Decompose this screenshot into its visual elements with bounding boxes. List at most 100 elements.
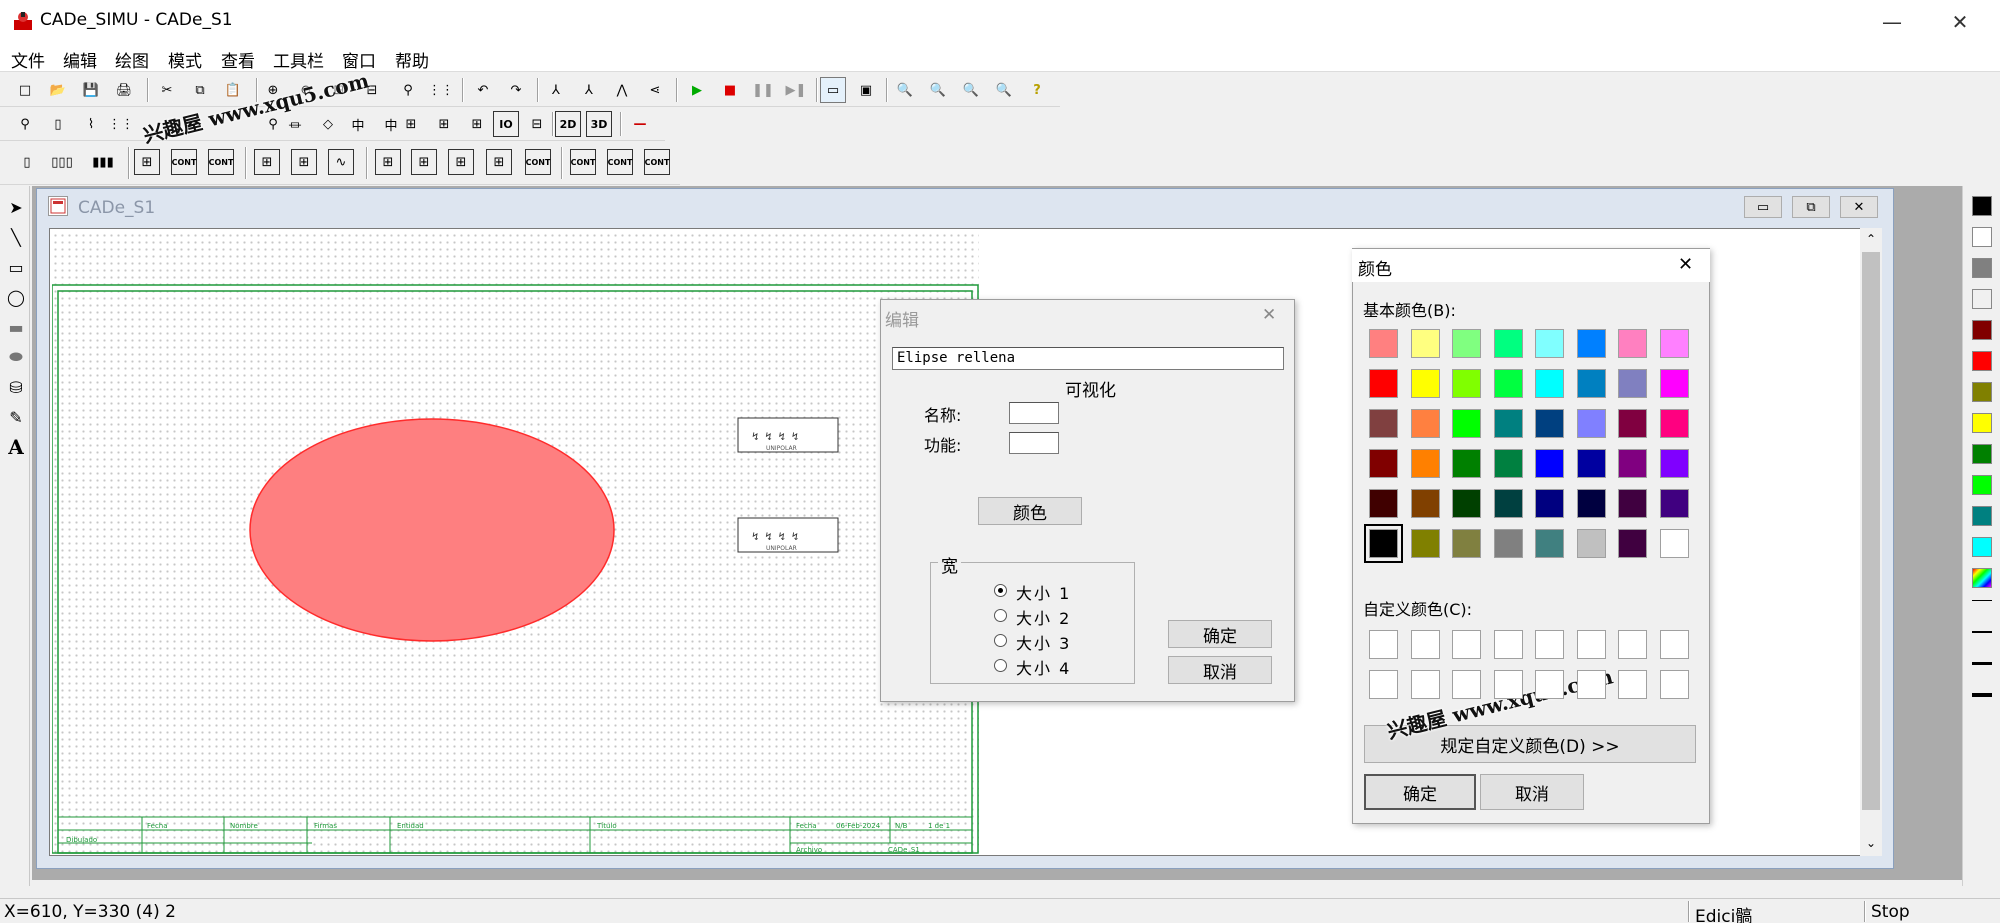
basic-color-swatch[interactable]: [1410, 489, 1440, 518]
print-icon[interactable]: 🖨: [111, 77, 137, 103]
cont-icon-1[interactable]: CONT: [171, 149, 197, 175]
filled-ellipse[interactable]: [249, 418, 615, 642]
custom-color-slot[interactable]: [1618, 630, 1647, 659]
rotate-right-icon[interactable]: ⅄: [576, 77, 602, 103]
basic-color-swatch[interactable]: [1535, 369, 1564, 398]
copy-icon[interactable]: ⧉: [187, 77, 213, 103]
basic-color-swatch[interactable]: [1659, 449, 1689, 478]
basic-color-swatch[interactable]: [1369, 449, 1398, 478]
custom-color-slot[interactable]: [1410, 670, 1440, 699]
maximize-button[interactable]: [1874, 0, 1934, 44]
rotate-left-icon[interactable]: ⅄: [543, 77, 569, 103]
basic-color-swatch[interactable]: [1659, 329, 1689, 358]
custom-color-slot[interactable]: [1452, 670, 1481, 699]
basic-color-swatch[interactable]: [1493, 449, 1523, 478]
basic-color-swatch[interactable]: [1618, 449, 1647, 478]
custom-color-slot[interactable]: [1369, 630, 1398, 659]
single-pole-icon[interactable]: ▯: [14, 149, 40, 175]
palette-color-swatch[interactable]: [1972, 444, 1992, 464]
breaker-icon[interactable]: ⊞: [254, 149, 280, 175]
switch-icon[interactable]: ⌇: [78, 111, 104, 137]
scroll-down-icon[interactable]: ⌄: [1862, 836, 1880, 850]
custom-color-slot[interactable]: [1659, 630, 1689, 659]
cont-icon-6[interactable]: CONT: [644, 149, 670, 175]
multi-switch-icon[interactable]: ⋮⋮: [108, 111, 134, 137]
multi-window-icon[interactable]: ▣: [853, 77, 879, 103]
line-width-option[interactable]: [1972, 600, 1992, 601]
filled-rectangle-icon[interactable]: ▬: [3, 314, 29, 340]
basic-color-swatch[interactable]: [1576, 369, 1606, 398]
diode-block-4-icon[interactable]: ⊞: [486, 149, 512, 175]
basic-color-swatch[interactable]: [1410, 529, 1440, 558]
menu-toolbars[interactable]: 工具栏: [273, 47, 324, 72]
grid-icon[interactable]: ⋮⋮: [428, 77, 454, 103]
size-3-radio[interactable]: [994, 634, 1007, 647]
custom-color-slot[interactable]: [1493, 630, 1523, 659]
help-icon[interactable]: ?: [1024, 77, 1050, 103]
custom-color-slot[interactable]: [1369, 670, 1398, 699]
basic-color-swatch[interactable]: [1452, 449, 1481, 478]
basic-color-swatch[interactable]: [1618, 489, 1647, 518]
custom-color-slot[interactable]: [1535, 670, 1564, 699]
contactor-icon[interactable]: ⊞: [134, 149, 160, 175]
contact-icon[interactable]: ⏛: [282, 111, 308, 137]
basic-color-swatch[interactable]: [1618, 529, 1647, 558]
coil-icon[interactable]: 中: [345, 111, 371, 137]
child-minimize-button[interactable]: ▭: [1744, 196, 1782, 218]
text-tool-icon[interactable]: A: [3, 434, 29, 460]
relay-icon[interactable]: ⊞: [464, 111, 490, 137]
basic-color-swatch[interactable]: [1410, 409, 1440, 438]
custom-color-slot[interactable]: [1493, 670, 1523, 699]
basic-color-swatch[interactable]: [1576, 529, 1606, 558]
basic-color-swatch[interactable]: [1576, 489, 1606, 518]
stop-simulation-icon[interactable]: ■: [717, 77, 743, 103]
basic-color-swatch[interactable]: [1452, 529, 1481, 558]
basic-color-swatch[interactable]: [1410, 369, 1440, 398]
custom-color-slot[interactable]: [1576, 630, 1606, 659]
basic-color-swatch[interactable]: [1659, 369, 1689, 398]
menu-file[interactable]: 文件: [11, 47, 45, 72]
basic-color-swatch[interactable]: [1493, 489, 1523, 518]
name-input[interactable]: [1009, 402, 1059, 424]
breaker-2-icon[interactable]: ⊞: [291, 149, 317, 175]
line-width-option[interactable]: [1972, 631, 1992, 633]
color-button[interactable]: 颜色: [978, 497, 1082, 525]
line-width-option[interactable]: [1972, 662, 1992, 665]
zoom-4-icon[interactable]: 🔍: [991, 77, 1017, 103]
color-cancel-button[interactable]: 取消: [1480, 774, 1584, 810]
basic-color-swatch[interactable]: [1576, 329, 1606, 358]
palette-color-swatch[interactable]: [1972, 258, 1992, 278]
basic-color-swatch[interactable]: [1493, 529, 1523, 558]
menu-edit[interactable]: 编辑: [63, 47, 97, 72]
menu-view[interactable]: 查看: [221, 47, 255, 72]
three-pole-closed-icon[interactable]: ▮▮▮: [87, 149, 119, 175]
basic-color-swatch[interactable]: [1618, 329, 1647, 358]
basic-color-swatch[interactable]: [1618, 409, 1647, 438]
size-4-radio[interactable]: [994, 659, 1007, 672]
basic-color-swatch[interactable]: [1369, 329, 1398, 358]
object-type-field[interactable]: Elipse rellena: [892, 347, 1284, 370]
menu-draw[interactable]: 绘图: [115, 47, 149, 72]
function-input[interactable]: [1009, 432, 1059, 454]
rectangle-tool-icon[interactable]: ▭: [3, 254, 29, 280]
basic-color-swatch[interactable]: [1410, 329, 1440, 358]
line-tool-icon[interactable]: ╲: [3, 224, 29, 250]
basic-color-swatch[interactable]: [1493, 329, 1523, 358]
diode-block-icon[interactable]: ⊞: [375, 149, 401, 175]
palette-color-swatch[interactable]: [1972, 320, 1992, 340]
pencil-icon[interactable]: ✎: [3, 404, 29, 430]
basic-color-swatch[interactable]: [1493, 369, 1523, 398]
custom-color-slot[interactable]: [1410, 630, 1440, 659]
basic-color-swatch[interactable]: [1659, 489, 1689, 518]
cut-icon[interactable]: ✂: [154, 77, 180, 103]
menu-mode[interactable]: 模式: [168, 47, 202, 72]
select-arrow-icon[interactable]: ➤: [3, 194, 29, 220]
color-ok-button[interactable]: 确定: [1364, 774, 1476, 810]
cont-icon-5[interactable]: CONT: [607, 149, 633, 175]
basic-color-swatch[interactable]: [1452, 489, 1481, 518]
basic-color-swatch[interactable]: [1410, 449, 1440, 478]
palette-color-swatch[interactable]: [1972, 196, 1992, 216]
view-2d-icon[interactable]: 2D: [555, 111, 581, 137]
multicolor-swatch-icon[interactable]: [1972, 568, 1992, 588]
close-button[interactable]: ✕: [1930, 0, 1990, 44]
